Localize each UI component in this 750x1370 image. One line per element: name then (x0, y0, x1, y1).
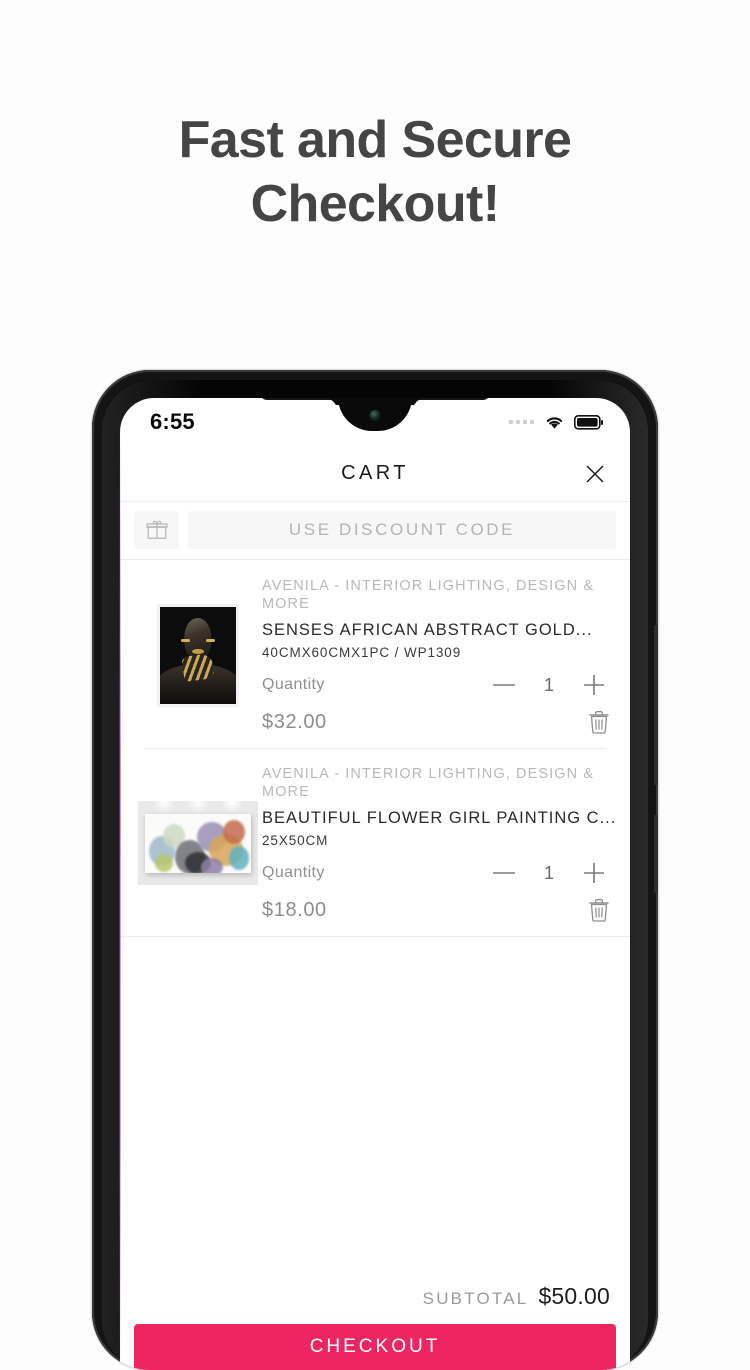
product-image-african-gold (157, 604, 239, 707)
price-row: $32.00 (262, 710, 616, 734)
product-price: $18.00 (262, 899, 327, 922)
status-indicators (509, 414, 604, 430)
product-thumbnail[interactable] (134, 764, 262, 922)
volume-button[interactable] (654, 815, 658, 893)
trash-icon[interactable] (582, 710, 616, 734)
wifi-icon (544, 414, 565, 430)
discount-code-input[interactable]: USE DISCOUNT CODE (188, 511, 616, 549)
product-brand: AVENILA - INTERIOR LIGHTING, DESIGN & MO… (262, 577, 616, 613)
product-name[interactable]: SENSES AFRICAN ABSTRACT GOLD... (262, 621, 616, 640)
list-end-divider (120, 936, 630, 937)
gift-icon[interactable] (134, 511, 179, 549)
product-thumbnail[interactable] (134, 576, 262, 734)
quantity-label: Quantity (262, 676, 482, 694)
cart-item-info: AVENILA - INTERIOR LIGHTING, DESIGN & MO… (262, 764, 616, 922)
subtotal-label: SUBTOTAL (423, 1289, 529, 1309)
quantity-value: 1 (526, 863, 572, 884)
minus-icon[interactable] (482, 867, 526, 879)
quantity-stepper: Quantity 1 (262, 673, 616, 697)
close-icon[interactable] (578, 457, 612, 491)
quantity-stepper: Quantity 1 (262, 861, 616, 885)
status-bar: 6:55 (120, 398, 630, 446)
cart-footer: SUBTOTAL $50.00 CHECKOUT (120, 1283, 630, 1370)
cart-item[interactable]: AVENILA - INTERIOR LIGHTING, DESIGN & MO… (120, 748, 630, 936)
discount-code-placeholder: USE DISCOUNT CODE (289, 520, 515, 540)
battery-full-icon (574, 415, 604, 430)
cart-item-list: AVENILA - INTERIOR LIGHTING, DESIGN & MO… (120, 560, 630, 937)
subtotal-value: $50.00 (538, 1283, 610, 1310)
app-header: CART (120, 446, 630, 502)
product-price: $32.00 (262, 711, 327, 734)
plus-icon[interactable] (572, 861, 616, 885)
power-button[interactable] (654, 625, 658, 785)
checkout-button[interactable]: CHECKOUT (134, 1324, 616, 1370)
price-row: $18.00 (262, 898, 616, 922)
signal-dots-icon (509, 420, 534, 424)
phone-mockup: 6:55 (92, 370, 658, 1370)
product-variant: 25X50CM (262, 833, 616, 848)
phone-screen: 6:55 (120, 398, 630, 1370)
status-clock: 6:55 (150, 409, 195, 435)
product-variant: 40CMX60CMX1PC / WP1309 (262, 645, 616, 660)
product-name[interactable]: BEAUTIFUL FLOWER GIRL PAINTING C... (262, 809, 616, 828)
cart-item-info: AVENILA - INTERIOR LIGHTING, DESIGN & MO… (262, 576, 616, 734)
promo-headline-line1: Fast and Secure (179, 111, 572, 169)
minus-icon[interactable] (482, 679, 526, 691)
product-image-flower-girl (138, 801, 258, 885)
quantity-label: Quantity (262, 864, 482, 882)
page-title: CART (341, 462, 409, 485)
discount-code-row: USE DISCOUNT CODE (120, 502, 630, 560)
product-brand: AVENILA - INTERIOR LIGHTING, DESIGN & MO… (262, 765, 616, 801)
quantity-value: 1 (526, 675, 572, 696)
promo-headline-line2: Checkout! (0, 172, 750, 236)
trash-icon[interactable] (582, 898, 616, 922)
checkout-button-label: CHECKOUT (310, 1336, 441, 1358)
subtotal-row: SUBTOTAL $50.00 (134, 1283, 616, 1324)
promo-headline: Fast and Secure Checkout! (0, 108, 750, 236)
plus-icon[interactable] (572, 673, 616, 697)
cart-item[interactable]: AVENILA - INTERIOR LIGHTING, DESIGN & MO… (120, 560, 630, 748)
